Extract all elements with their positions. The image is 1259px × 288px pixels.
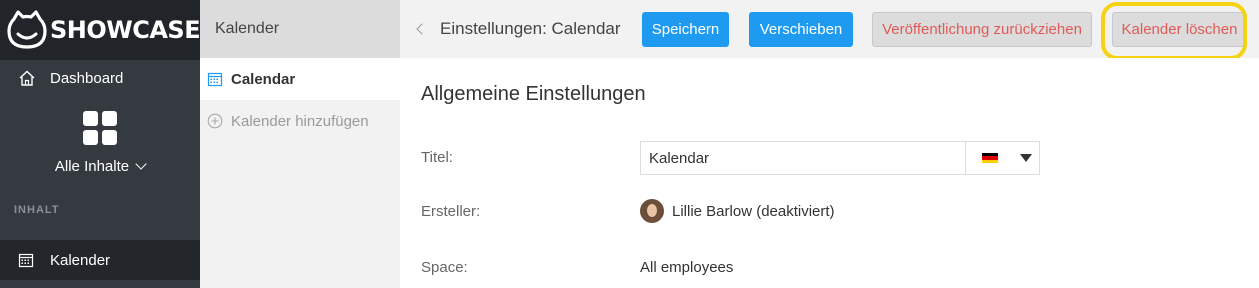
title-field xyxy=(640,141,1040,175)
calendar-list-panel: Kalender Calendar Kalender hinzufügen xyxy=(200,0,400,288)
unpublish-button[interactable]: Veröffentlichung zurückziehen xyxy=(872,12,1092,47)
settings-panel: Allgemeine Einstellungen Titel: Erstelle… xyxy=(400,58,1259,288)
brand-name: SHOWCASE xyxy=(50,16,201,44)
sidebar-item-label: Kalender xyxy=(50,251,111,269)
main-sidebar: SHOWCASE Dashboard Alle Inhalte INHALT K… xyxy=(0,0,201,288)
add-calendar-button[interactable]: Kalender hinzufügen xyxy=(200,100,400,142)
page-title: Einstellungen: Calendar xyxy=(440,19,621,38)
language-select[interactable] xyxy=(965,142,1040,174)
space-value: All employees xyxy=(640,259,734,276)
space-label: Space: xyxy=(421,259,468,276)
chevron-down-icon xyxy=(135,158,147,170)
calendar-list-item[interactable]: Calendar xyxy=(200,58,400,100)
save-button[interactable]: Speichern xyxy=(642,12,729,47)
home-icon xyxy=(19,70,35,86)
title-label: Titel: xyxy=(421,149,453,166)
caret-down-icon xyxy=(1020,154,1032,162)
calendar-icon xyxy=(18,253,34,268)
creator-name: Lillie Barlow (deaktiviert) xyxy=(672,203,835,220)
calendar-icon xyxy=(207,72,223,87)
all-content-dropdown[interactable]: Alle Inhalte xyxy=(0,158,200,180)
calendar-list-header: Kalender xyxy=(200,0,400,58)
avatar xyxy=(640,199,664,223)
brand[interactable]: SHOWCASE xyxy=(0,0,201,60)
calendar-list-item-label: Calendar xyxy=(231,70,296,88)
creator-label: Ersteller: xyxy=(421,203,481,220)
add-calendar-label: Kalender hinzufügen xyxy=(231,112,369,130)
cat-logo-icon xyxy=(6,9,48,51)
all-content-label: Alle Inhalte xyxy=(54,158,130,175)
sidebar-item-label: Dashboard xyxy=(50,69,124,87)
move-button[interactable]: Verschieben xyxy=(749,12,853,47)
german-flag-icon xyxy=(982,153,998,163)
sidebar-item-kalender[interactable]: Kalender xyxy=(0,240,200,280)
plus-circle-icon xyxy=(207,113,223,129)
highlight-ring xyxy=(1101,2,1247,60)
section-title: Allgemeine Einstellungen xyxy=(421,83,646,105)
section-label: INHALT xyxy=(14,204,60,216)
back-chevron-icon[interactable] xyxy=(416,23,428,35)
title-input[interactable] xyxy=(641,142,965,174)
apps-grid-icon[interactable] xyxy=(83,111,118,146)
sidebar-item-dashboard[interactable]: Dashboard xyxy=(0,62,200,94)
